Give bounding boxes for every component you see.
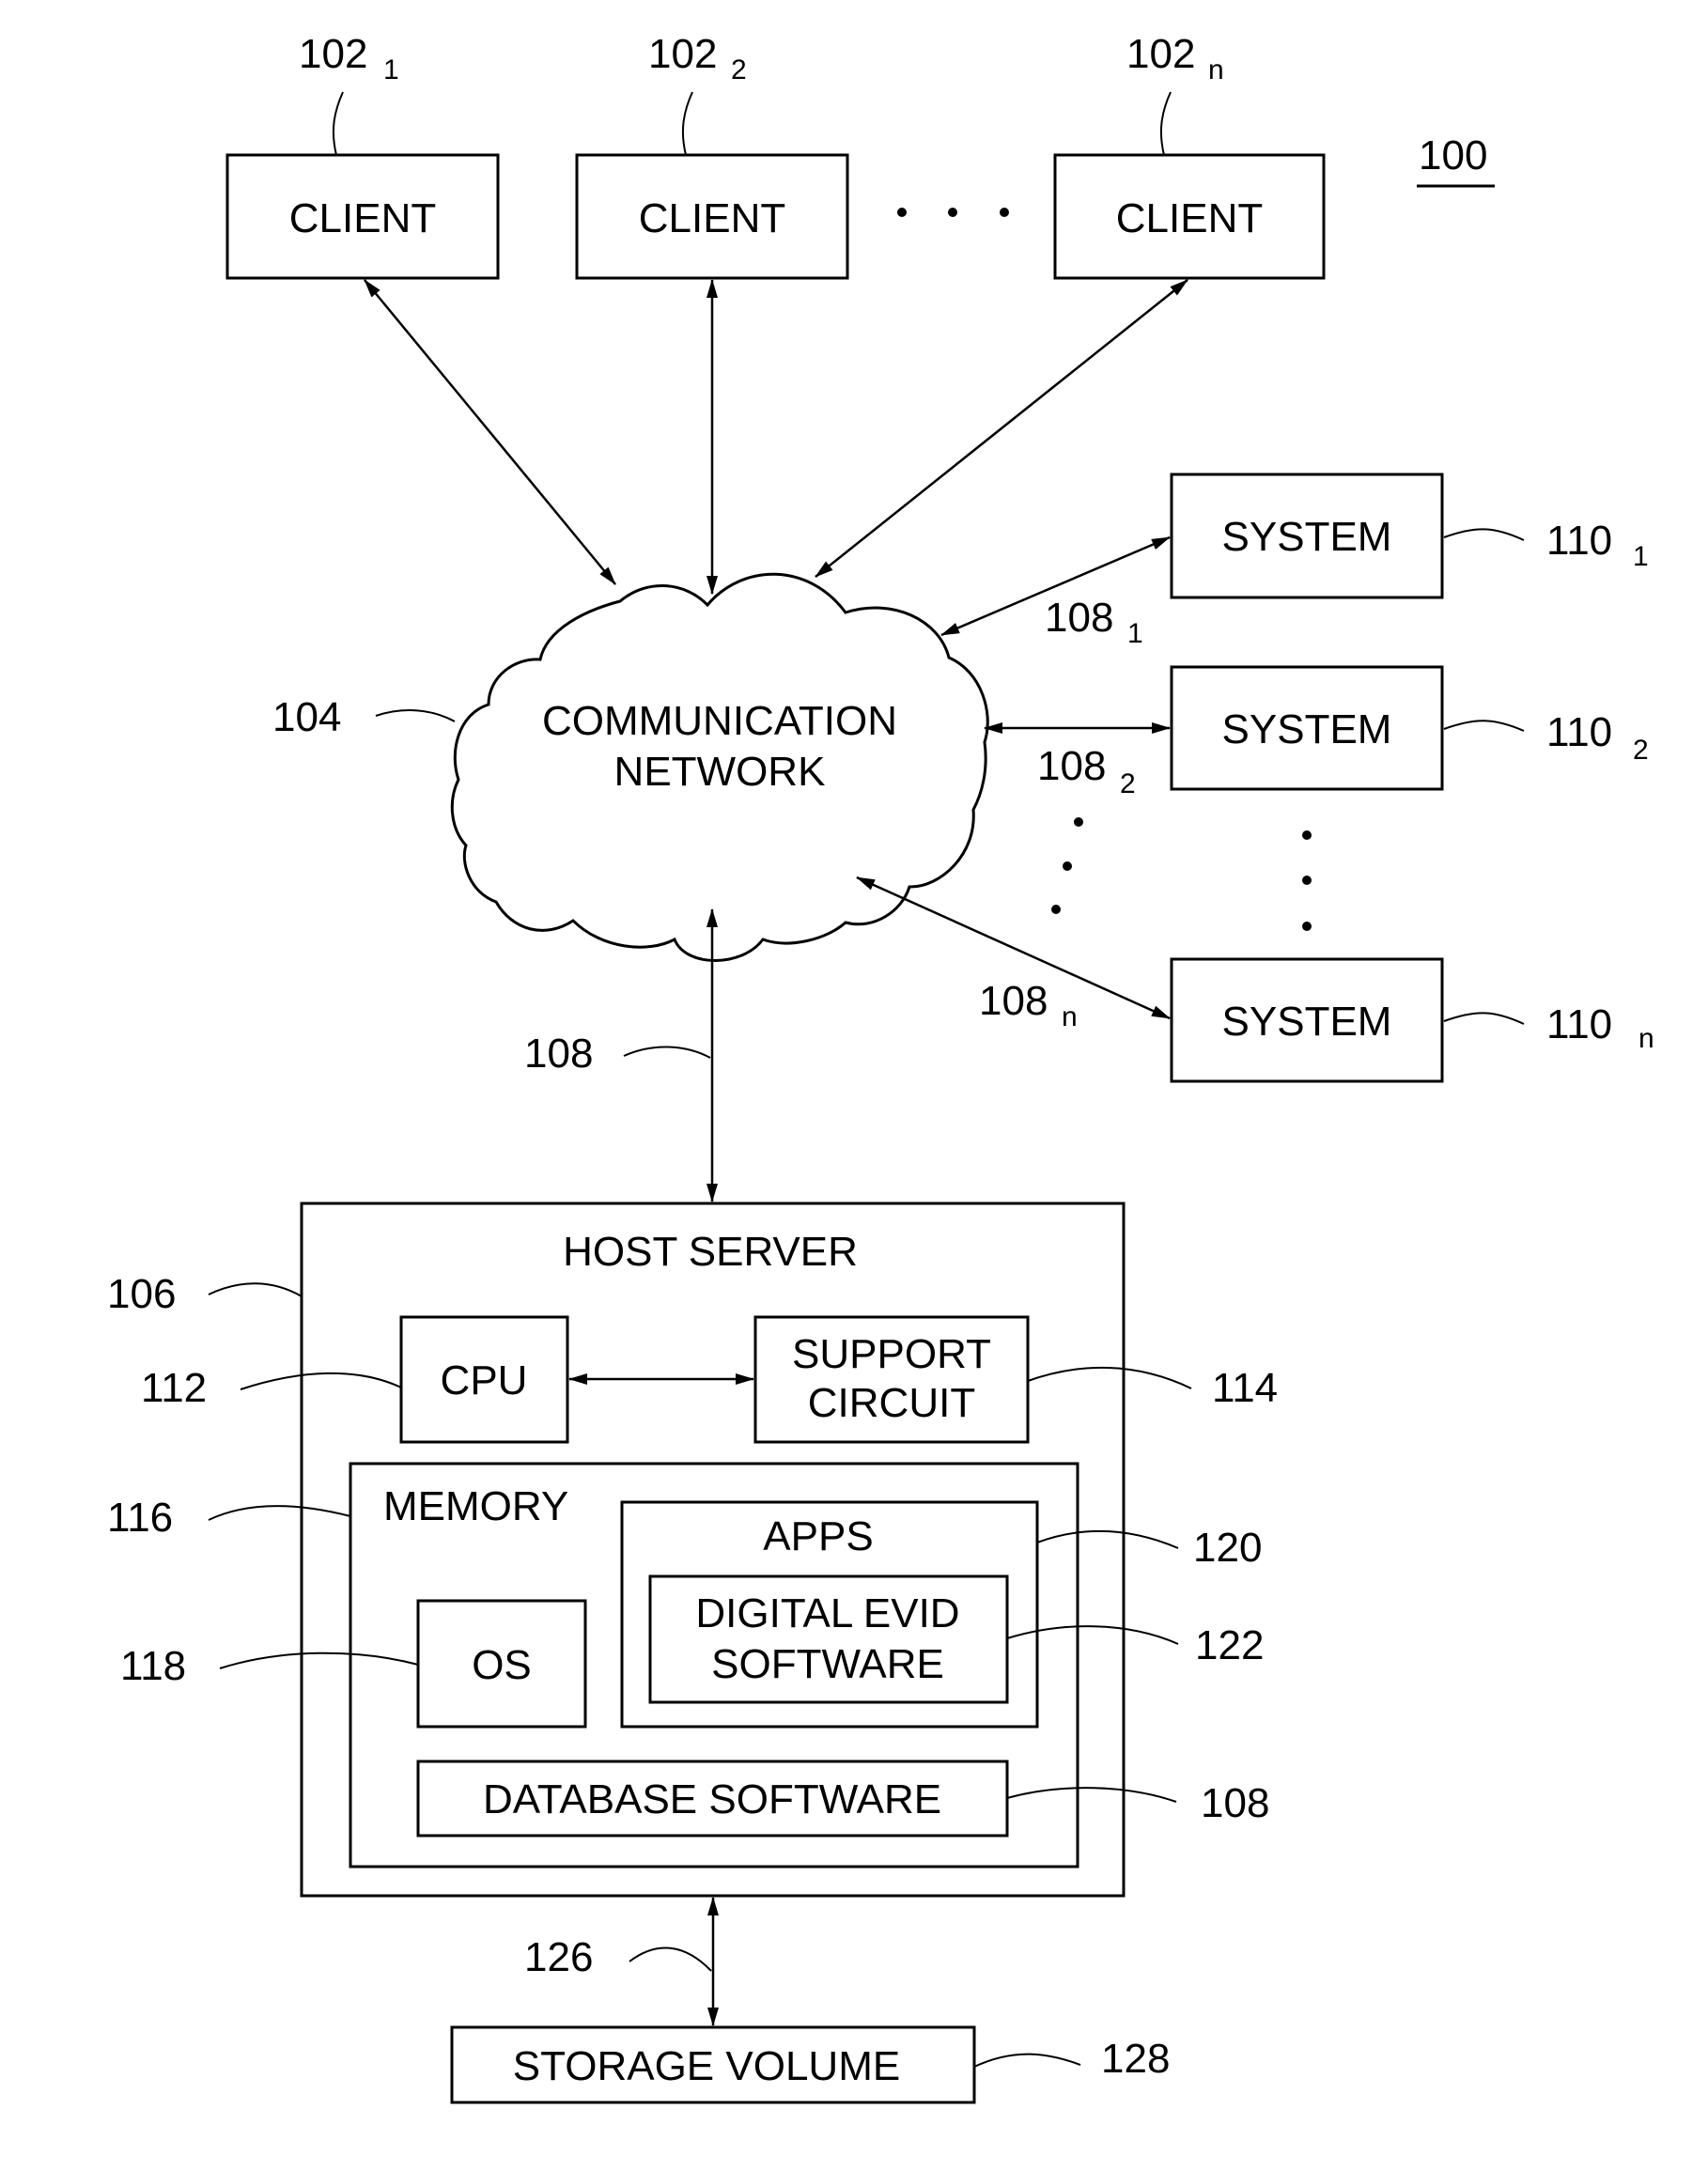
system-ref: 110 bbox=[1546, 1001, 1612, 1047]
figure-reference: 100 bbox=[1419, 132, 1487, 178]
client-ref-sub: 1 bbox=[383, 54, 399, 85]
client-ref-sub: 2 bbox=[731, 54, 747, 85]
client-1-link-arrow bbox=[364, 279, 616, 585]
ellipsis-dot bbox=[897, 208, 907, 217]
client-ref: 102 bbox=[299, 31, 367, 77]
os-ref: 118 bbox=[120, 1643, 186, 1689]
system-1: SYSTEM 110 1 bbox=[1170, 473, 1649, 599]
apps-ref: 120 bbox=[1193, 1525, 1262, 1571]
client-1: CLIENT 102 1 bbox=[225, 31, 500, 280]
client-label: CLIENT bbox=[639, 195, 785, 241]
system-ref-sub: 2 bbox=[1633, 735, 1649, 766]
system-link-ref: 108 bbox=[1045, 595, 1113, 641]
ellipsis-dot bbox=[948, 208, 957, 217]
system-ref: 110 bbox=[1546, 709, 1612, 755]
os-label: OS bbox=[472, 1642, 532, 1688]
ellipsis-dot bbox=[1000, 208, 1009, 217]
host-server-label: HOST SERVER bbox=[563, 1229, 858, 1275]
database-software-label: DATABASE SOFTWARE bbox=[483, 1776, 941, 1822]
system-n: SYSTEM 110 n bbox=[1170, 957, 1654, 1083]
apps-label: APPS bbox=[763, 1513, 873, 1559]
ellipsis-dot bbox=[1074, 817, 1083, 827]
storage-volume-ref: 128 bbox=[1101, 2036, 1170, 2082]
storage-volume-label: STORAGE VOLUME bbox=[513, 2043, 900, 2089]
support-circuit-ref: 114 bbox=[1212, 1365, 1278, 1411]
cpu-label: CPU bbox=[441, 1357, 528, 1403]
memory-ref: 116 bbox=[107, 1495, 173, 1541]
client-n: CLIENT 102 n bbox=[1053, 31, 1326, 280]
support-circuit-label-line2: CIRCUIT bbox=[808, 1380, 975, 1426]
system-leader-line bbox=[1443, 1012, 1525, 1025]
system-diagram: 100 CLIENT 102 1 CLIENT 102 2 CLIENT 102… bbox=[107, 31, 1654, 2104]
client-leader-line bbox=[1159, 91, 1172, 156]
system-label: SYSTEM bbox=[1222, 999, 1392, 1045]
storage-volume-leader-line bbox=[973, 2053, 1081, 2068]
system-link-ref-sub: 1 bbox=[1127, 618, 1143, 649]
storage-link-leader-line bbox=[629, 1946, 712, 1972]
system-label: SYSTEM bbox=[1222, 706, 1392, 752]
client-label: CLIENT bbox=[1116, 195, 1263, 241]
digital-evid-label-line2: SOFTWARE bbox=[711, 1641, 944, 1687]
client-2: CLIENT 102 2 bbox=[575, 31, 849, 280]
ellipsis-dot bbox=[1063, 861, 1072, 871]
ellipsis-dot bbox=[1302, 830, 1312, 840]
client-ref: 102 bbox=[648, 31, 717, 77]
host-server-ref: 106 bbox=[107, 1271, 176, 1317]
support-circuit-label-line1: SUPPORT bbox=[792, 1331, 991, 1377]
system-ref: 110 bbox=[1546, 518, 1612, 564]
ellipsis-dot bbox=[1302, 922, 1312, 931]
client-ref: 102 bbox=[1126, 31, 1195, 77]
system-2: SYSTEM 110 2 bbox=[1170, 665, 1649, 791]
cpu-ref: 112 bbox=[141, 1365, 207, 1411]
database-software-ref: 108 bbox=[1201, 1780, 1269, 1826]
host-server-leader-line bbox=[208, 1282, 303, 1297]
network-label-line2: NETWORK bbox=[614, 749, 826, 795]
ellipsis-dot bbox=[1302, 876, 1312, 885]
host-link-ref: 108 bbox=[524, 1031, 593, 1077]
storage-link-ref: 126 bbox=[524, 1934, 593, 1980]
system-leader-line bbox=[1443, 720, 1525, 732]
network-label-line1: COMMUNICATION bbox=[542, 698, 897, 744]
system-leader-line bbox=[1443, 528, 1525, 541]
system-link-ref-sub: n bbox=[1062, 1001, 1078, 1032]
host-link-leader-line bbox=[623, 1046, 711, 1059]
system-link-ref: 108 bbox=[979, 978, 1048, 1024]
ellipsis-dot bbox=[1051, 905, 1061, 914]
system-label: SYSTEM bbox=[1222, 514, 1392, 560]
system-ref-sub: 1 bbox=[1633, 541, 1649, 572]
digital-evid-label-line1: DIGITAL EVID bbox=[695, 1590, 959, 1636]
system-link-ref: 108 bbox=[1037, 743, 1106, 789]
client-leader-line bbox=[681, 91, 693, 156]
client-ref-sub: n bbox=[1208, 54, 1224, 85]
network-ref: 104 bbox=[272, 694, 341, 740]
memory-label: MEMORY bbox=[383, 1483, 568, 1529]
client-label: CLIENT bbox=[289, 195, 436, 241]
system-link-ref-sub: 2 bbox=[1120, 768, 1136, 799]
system-ref-sub: n bbox=[1638, 1023, 1654, 1054]
network-leader-line bbox=[375, 709, 456, 722]
digital-evid-ref: 122 bbox=[1195, 1622, 1264, 1668]
client-n-link-arrow bbox=[815, 279, 1188, 578]
client-leader-line bbox=[332, 91, 344, 156]
